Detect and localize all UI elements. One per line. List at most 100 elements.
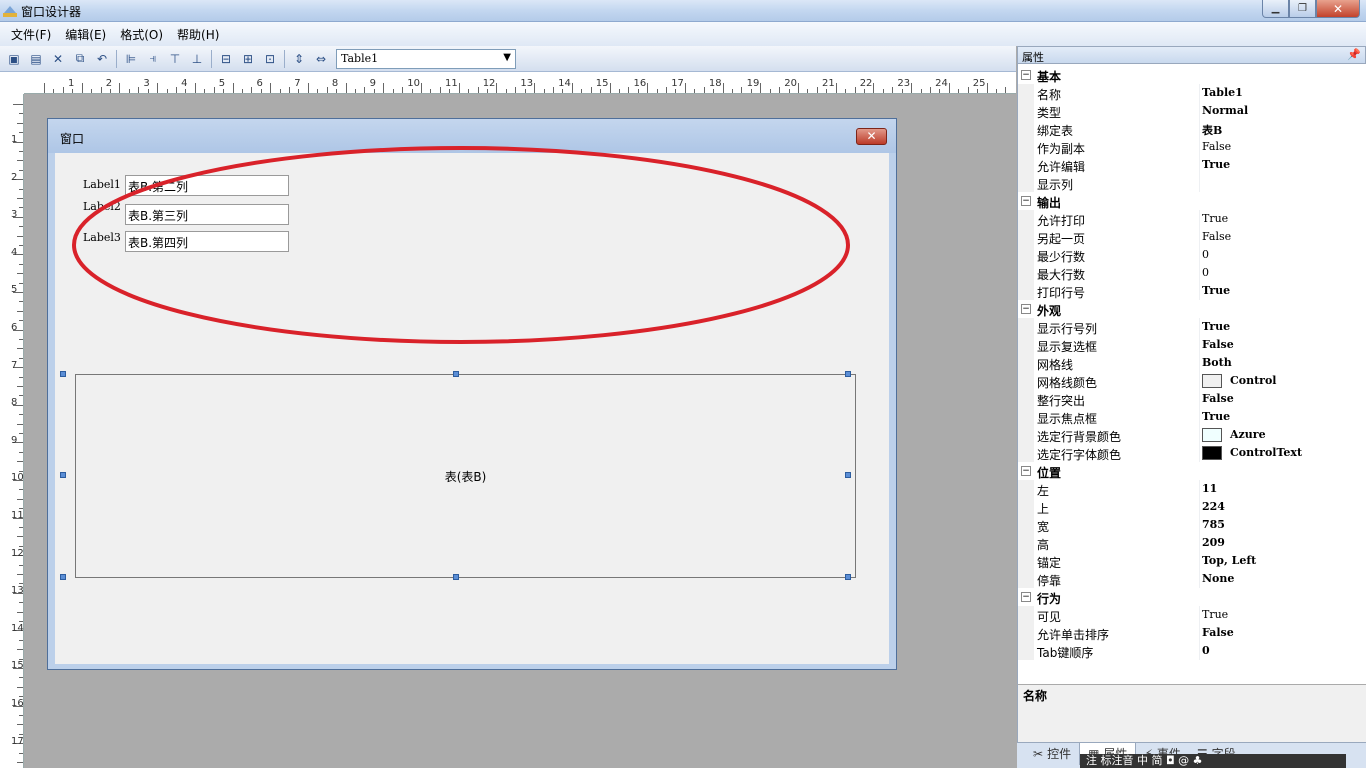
- chevron-down-icon[interactable]: ▼: [503, 52, 511, 63]
- property-value[interactable]: True: [1202, 284, 1230, 300]
- same-height-icon[interactable]: ⊞: [237, 49, 259, 69]
- property-row[interactable]: 作为副本 False: [1018, 138, 1366, 156]
- copy-icon[interactable]: ⧉: [69, 49, 91, 69]
- property-row[interactable]: 最大行数 0: [1018, 264, 1366, 282]
- property-row[interactable]: 高 209: [1018, 534, 1366, 552]
- align-left-icon[interactable]: ⊫: [120, 49, 142, 69]
- horizontal-spacing-icon[interactable]: ⇔: [310, 49, 332, 69]
- property-grid[interactable]: − 基本 名称 Table1 类型 Normal 绑定表 表B 作为副本 False 允许编辑 Tru…: [1017, 64, 1366, 684]
- save-all-icon[interactable]: ▤: [25, 49, 47, 69]
- resize-handle[interactable]: [60, 574, 66, 580]
- property-row[interactable]: 上 224: [1018, 498, 1366, 516]
- property-value[interactable]: True: [1202, 320, 1230, 336]
- delete-icon[interactable]: ✕: [47, 49, 69, 69]
- pin-icon[interactable]: 📌: [1347, 48, 1361, 61]
- property-row[interactable]: 选定行背景颜色 Azure: [1018, 426, 1366, 444]
- resize-handle[interactable]: [845, 472, 851, 478]
- property-value[interactable]: True: [1202, 608, 1228, 624]
- collapse-icon[interactable]: −: [1021, 70, 1031, 80]
- resize-handle[interactable]: [60, 371, 66, 377]
- property-value[interactable]: 表B: [1202, 122, 1222, 138]
- property-row[interactable]: 锚定 Top, Left: [1018, 552, 1366, 570]
- property-row[interactable]: 名称 Table1: [1018, 84, 1366, 102]
- property-value[interactable]: 0: [1202, 248, 1209, 264]
- property-category[interactable]: − 行为: [1018, 588, 1366, 606]
- maximize-button[interactable]: ❐: [1289, 0, 1316, 18]
- textbox-column4[interactable]: 表B.第四列: [125, 231, 289, 252]
- property-value[interactable]: Azure: [1202, 428, 1266, 444]
- property-row[interactable]: 显示行号列 True: [1018, 318, 1366, 336]
- property-value[interactable]: True: [1202, 410, 1230, 426]
- menu-format[interactable]: 格式(O): [113, 26, 170, 43]
- property-value[interactable]: Table1: [1202, 86, 1243, 102]
- property-value[interactable]: 209: [1202, 536, 1225, 552]
- menu-edit[interactable]: 编辑(E): [58, 26, 113, 43]
- object-select[interactable]: Table1 ▼: [336, 48, 516, 69]
- undo-icon[interactable]: ↶: [91, 49, 113, 69]
- property-category[interactable]: − 位置: [1018, 462, 1366, 480]
- property-row[interactable]: 停靠 None: [1018, 570, 1366, 588]
- property-value[interactable]: 785: [1202, 518, 1225, 534]
- resize-handle[interactable]: [845, 371, 851, 377]
- property-row[interactable]: 类型 Normal: [1018, 102, 1366, 120]
- ime-toolbar[interactable]: 注 标注音 中 简 ◘ @ ♣: [1080, 754, 1346, 768]
- property-value[interactable]: True: [1202, 212, 1228, 228]
- property-category[interactable]: − 外观: [1018, 300, 1366, 318]
- property-row[interactable]: 网格线 Both: [1018, 354, 1366, 372]
- property-value[interactable]: False: [1202, 140, 1231, 156]
- property-row[interactable]: 网格线颜色 Control: [1018, 372, 1366, 390]
- property-row[interactable]: 允许编辑 True: [1018, 156, 1366, 174]
- same-size-icon[interactable]: ⊡: [259, 49, 281, 69]
- property-row[interactable]: 最少行数 0: [1018, 246, 1366, 264]
- save-icon[interactable]: ▣: [3, 49, 25, 69]
- property-row[interactable]: 显示复选框 False: [1018, 336, 1366, 354]
- property-value[interactable]: 0: [1202, 644, 1210, 660]
- property-value[interactable]: 11: [1202, 482, 1217, 498]
- property-value[interactable]: False: [1202, 626, 1234, 642]
- property-row[interactable]: 允许单击排序 False: [1018, 624, 1366, 642]
- align-top-icon[interactable]: ⊤: [164, 49, 186, 69]
- property-row[interactable]: 允许打印 True: [1018, 210, 1366, 228]
- property-value[interactable]: 224: [1202, 500, 1225, 516]
- collapse-icon[interactable]: −: [1021, 466, 1031, 476]
- table-control[interactable]: 表(表B): [75, 374, 856, 578]
- minimize-button[interactable]: ▁: [1262, 0, 1289, 18]
- property-row[interactable]: 选定行字体颜色 ControlText: [1018, 444, 1366, 462]
- align-right-icon[interactable]: ⫣: [142, 49, 164, 69]
- property-value[interactable]: Both: [1202, 356, 1232, 372]
- designed-window-body[interactable]: Label1 Label2 Label3 表B.第二列 表B.第三列 表B.第四…: [55, 153, 889, 664]
- property-row[interactable]: 可见 True: [1018, 606, 1366, 624]
- property-value[interactable]: 0: [1202, 266, 1209, 282]
- property-value[interactable]: False: [1202, 392, 1234, 408]
- resize-handle[interactable]: [845, 574, 851, 580]
- property-row[interactable]: 绑定表 表B: [1018, 120, 1366, 138]
- resize-handle[interactable]: [453, 371, 459, 377]
- property-row[interactable]: 整行突出 False: [1018, 390, 1366, 408]
- property-value[interactable]: False: [1202, 230, 1231, 246]
- same-width-icon[interactable]: ⊟: [215, 49, 237, 69]
- textbox-column3[interactable]: 表B.第三列: [125, 204, 289, 225]
- close-button[interactable]: ✕: [1316, 0, 1360, 18]
- property-value[interactable]: Normal: [1202, 104, 1248, 120]
- property-row[interactable]: 打印行号 True: [1018, 282, 1366, 300]
- vertical-spacing-icon[interactable]: ⇕: [288, 49, 310, 69]
- menu-file[interactable]: 文件(F): [4, 26, 58, 43]
- property-row[interactable]: 宽 785: [1018, 516, 1366, 534]
- tab-controls[interactable]: ✂ 控件: [1025, 743, 1079, 764]
- resize-handle[interactable]: [60, 472, 66, 478]
- align-bottom-icon[interactable]: ⊥: [186, 49, 208, 69]
- property-value[interactable]: False: [1202, 338, 1234, 354]
- property-value[interactable]: Top, Left: [1202, 554, 1256, 570]
- label1[interactable]: Label1: [83, 178, 121, 191]
- property-category[interactable]: − 输出: [1018, 192, 1366, 210]
- designed-window[interactable]: 窗口 ✕ Label1 Label2 Label3 表B.第二列 表B.第三列 …: [47, 118, 897, 670]
- property-value[interactable]: True: [1202, 158, 1230, 174]
- collapse-icon[interactable]: −: [1021, 592, 1031, 602]
- collapse-icon[interactable]: −: [1021, 196, 1031, 206]
- property-category[interactable]: − 基本: [1018, 66, 1366, 84]
- property-row[interactable]: 另起一页 False: [1018, 228, 1366, 246]
- property-row[interactable]: 显示列: [1018, 174, 1366, 192]
- resize-handle[interactable]: [453, 574, 459, 580]
- property-value[interactable]: Control: [1202, 374, 1276, 390]
- textbox-column2[interactable]: 表B.第二列: [125, 175, 289, 196]
